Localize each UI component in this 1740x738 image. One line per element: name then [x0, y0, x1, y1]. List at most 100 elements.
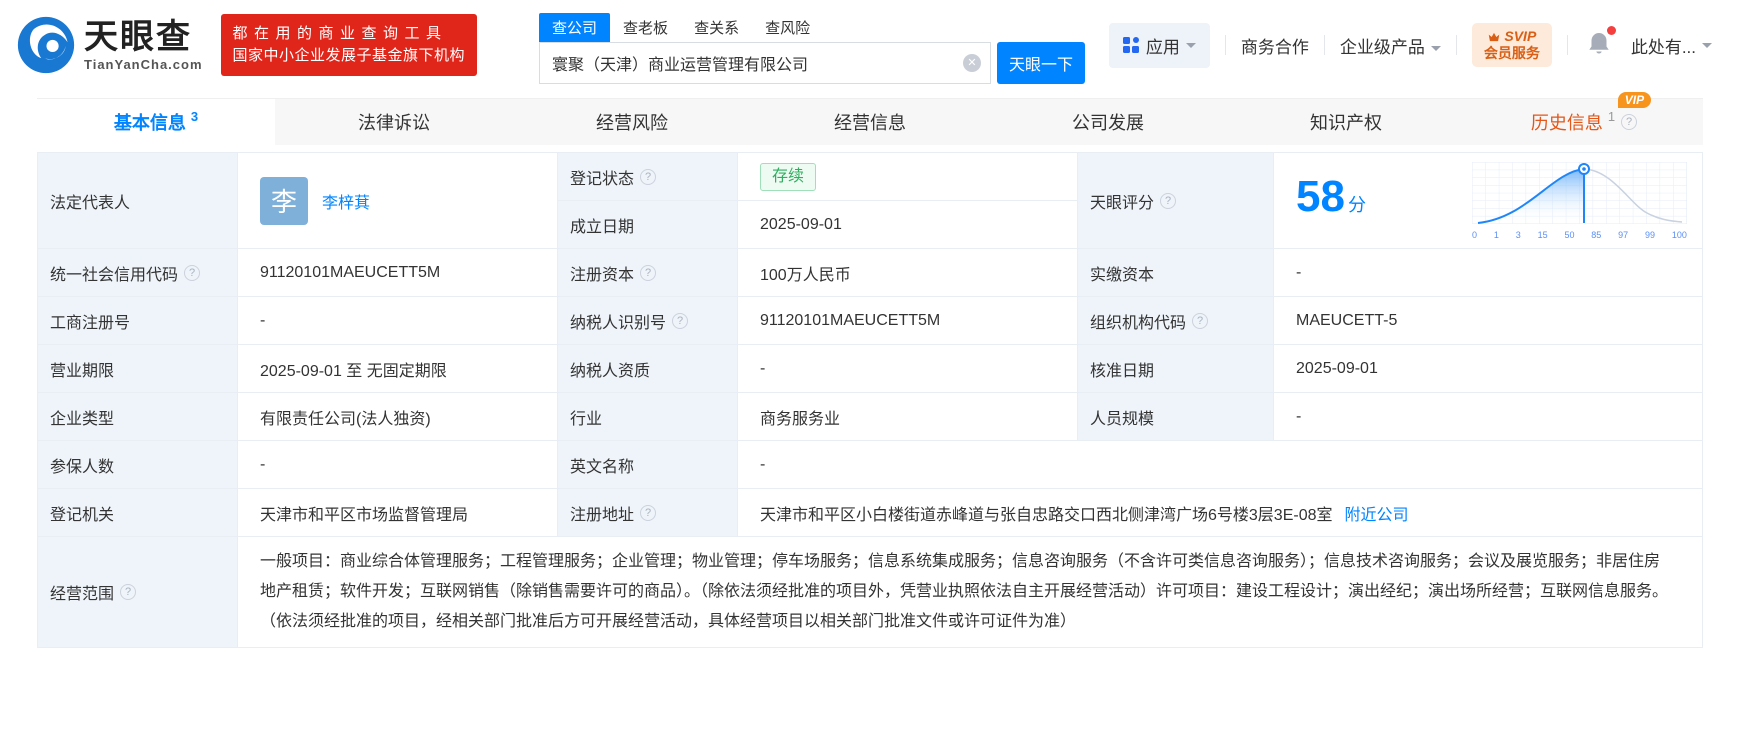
field-value-org-code: MAEUCETT-5 [1274, 297, 1703, 345]
search-tabs: 查公司 查老板 查关系 查风险 [539, 12, 1085, 42]
apps-button[interactable]: 应用 [1108, 22, 1210, 68]
svip-member-button[interactable]: SVIP 会员服务 [1471, 23, 1552, 67]
field-value-legal-rep: 李 李梓萁 [238, 153, 558, 249]
field-value-term: 2025-09-01 至 无固定期限 [238, 345, 558, 393]
brand-name: 天眼查 [84, 17, 192, 56]
tab-operation-risk[interactable]: 经营风险 [513, 99, 751, 145]
chevron-down-icon [1430, 45, 1441, 56]
search-area: 查公司 查老板 查关系 查风险 ✕ 天眼一下 [539, 12, 1086, 84]
field-label-company-type: 企业类型 [38, 393, 238, 441]
field-label-legal-rep: 法定代表人 [38, 153, 238, 249]
slogan-line1: 都在用的商业查询工具 [232, 25, 448, 42]
help-icon[interactable]: ? [640, 504, 657, 521]
field-label-address: 注册地址? [558, 489, 738, 537]
field-label-industry: 行业 [558, 393, 738, 441]
field-label-approval-date: 核准日期 [1078, 345, 1274, 393]
tab-count: 1 [1607, 108, 1616, 124]
legal-rep-avatar[interactable]: 李 [260, 176, 308, 225]
slogan-line2: 国家中小企业发展子基金旗下机构 [232, 47, 466, 64]
field-label-reg-no: 工商注册号 [38, 297, 238, 345]
search-tab-company[interactable]: 查公司 [539, 13, 611, 42]
divider [1323, 35, 1325, 55]
tab-legal-proceedings[interactable]: 法律诉讼 [275, 99, 513, 145]
vip-badge: VIP [1617, 92, 1652, 108]
help-icon[interactable]: ? [640, 168, 657, 185]
chevron-down-icon [1185, 43, 1196, 53]
field-label-reg-status: 登记状态? [558, 153, 738, 201]
search-tab-relation[interactable]: 查关系 [681, 13, 752, 42]
field-label-scope: 经营范围? [38, 537, 238, 648]
field-value-reg-no: - [238, 297, 558, 345]
field-value-score: 58 分 0 1 3 15 50 85 97 99 100 [1274, 153, 1703, 249]
help-icon[interactable]: ? [1160, 192, 1177, 209]
divider [1455, 35, 1457, 55]
search-tab-boss[interactable]: 查老板 [610, 13, 681, 42]
field-value-taxpayer-id: 91120101MAEUCETT5M [738, 297, 1078, 345]
field-value-paid-capital: - [1274, 249, 1703, 297]
notification-dot [1606, 25, 1616, 35]
profile-menu[interactable]: 此处有... [1631, 33, 1712, 58]
tianyancha-logo[interactable]: 天眼查 TianYanCha.com [16, 15, 203, 75]
brand-domain: TianYanCha.com [84, 56, 203, 72]
field-label-reg-capital: 注册资本? [558, 249, 738, 297]
field-label-uscc: 统一社会信用代码? [38, 249, 238, 297]
help-icon[interactable]: ? [672, 312, 689, 329]
clear-icon[interactable]: ✕ [963, 54, 982, 72]
field-value-insured: - [238, 441, 558, 489]
tab-history-info[interactable]: VIP 历史信息 1 ? [1465, 92, 1703, 145]
field-value-company-type: 有限责任公司(法人独资) [238, 393, 558, 441]
field-label-term: 营业期限 [38, 345, 238, 393]
basic-info-table: 法定代表人 李 李梓萁 登记状态? 存续 成立日期 2025-09-01 天眼评… [37, 152, 1703, 648]
search-button[interactable]: 天眼一下 [997, 42, 1086, 84]
field-label-taxpayer-qual: 纳税人资质 [558, 345, 738, 393]
field-label-score: 天眼评分? [1078, 153, 1274, 249]
nearby-companies-link[interactable]: 附近公司 [1345, 501, 1409, 525]
field-value-address: 天津市和平区小白楼街道赤峰道与张自忠路交口西北侧津湾广场6号楼3层3E-08室 … [738, 489, 1703, 537]
field-value-reg-status: 存续 [738, 153, 1078, 201]
slogan-badge: 都在用的商业查询工具 国家中小企业发展子基金旗下机构 [220, 14, 478, 76]
tianyancha-logo-icon [17, 16, 75, 74]
status-badge: 存续 [760, 162, 817, 191]
field-value-taxpayer-qual: - [738, 345, 1078, 393]
field-value-staff: - [1274, 393, 1703, 441]
score-curve-chart [1471, 161, 1688, 224]
field-value-uscc: 91120101MAEUCETT5M [238, 249, 558, 297]
field-label-staff: 人员规模 [1078, 393, 1274, 441]
field-label-taxpayer-id: 纳税人识别号? [558, 297, 738, 345]
help-icon[interactable]: ? [1192, 312, 1209, 329]
field-value-authority: 天津市和平区市场监督管理局 [238, 489, 558, 537]
score-chart-axis: 0 1 3 15 50 85 97 99 100 [1472, 229, 1687, 240]
tab-operation-info[interactable]: 经营信息 [751, 99, 989, 145]
notification-bell-icon[interactable] [1587, 25, 1616, 61]
top-right-nav: 应用 商务合作 企业级产品 SVIP 会员服务 此处有... [1108, 22, 1712, 68]
search-input[interactable] [539, 42, 992, 84]
section-tabs: 基本信息 3 法律诉讼 经营风险 经营信息 公司发展 知识产权 VIP 历史信息 … [37, 92, 1703, 145]
field-label-paid-capital: 实缴资本 [1078, 249, 1274, 297]
field-value-approval-date: 2025-09-01 [1274, 345, 1703, 393]
business-cooperation-link[interactable]: 商务合作 [1241, 33, 1309, 58]
field-label-insured: 参保人数 [38, 441, 238, 489]
field-label-english-name: 英文名称 [558, 441, 738, 489]
tab-basic-info[interactable]: 基本信息 3 [37, 99, 275, 145]
field-value-scope: 一般项目：商业综合体管理服务；工程管理服务；企业管理；物业管理；停车场服务；信息… [238, 537, 1703, 648]
profile-name: 此处有... [1630, 37, 1696, 57]
divider [1566, 35, 1568, 55]
field-value-industry: 商务服务业 [738, 393, 1078, 441]
field-value-english-name: - [738, 441, 1703, 489]
help-icon[interactable]: ? [640, 264, 657, 281]
field-value-reg-capital: 100万人民币 [738, 249, 1078, 297]
enterprise-products-link[interactable]: 企业级产品 [1340, 33, 1441, 58]
search-tab-risk[interactable]: 查风险 [752, 13, 823, 42]
help-icon[interactable]: ? [1621, 114, 1638, 130]
header: 天眼查 TianYanCha.com 都在用的商业查询工具 国家中小企业发展子基… [0, 0, 1740, 90]
chevron-down-icon [1702, 43, 1712, 53]
tab-company-development[interactable]: 公司发展 [989, 99, 1227, 145]
legal-rep-link[interactable]: 李梓萁 [322, 189, 370, 213]
help-icon[interactable]: ? [184, 264, 201, 281]
field-label-authority: 登记机关 [38, 489, 238, 537]
crown-icon [1489, 32, 1500, 41]
tab-intellectual-property[interactable]: 知识产权 [1227, 99, 1465, 145]
score-chart: 0 1 3 15 50 85 97 99 100 [1471, 161, 1690, 240]
score-value: 58 分 [1296, 171, 1366, 221]
help-icon[interactable]: ? [120, 584, 137, 600]
